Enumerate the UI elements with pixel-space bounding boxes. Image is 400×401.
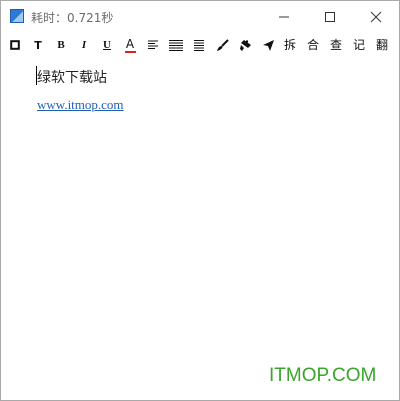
merge-button[interactable]: 合 <box>303 36 323 54</box>
window-title: 耗时：0.721秒 <box>31 11 114 25</box>
align-left-icon[interactable] <box>143 36 163 54</box>
font-color-label: A <box>125 36 135 51</box>
align-left-icon-svg <box>148 40 158 49</box>
font-color-bar <box>124 50 136 53</box>
watermark-text: ITMOP.COM <box>269 365 377 386</box>
font-color-button[interactable]: A <box>120 36 140 54</box>
bold-button[interactable]: B <box>51 36 71 54</box>
square-icon <box>10 40 20 50</box>
align-right-icon[interactable] <box>189 36 209 54</box>
editor-text-line: 绿软下载站 <box>37 70 107 86</box>
align-right-icon-svg <box>194 40 204 51</box>
maximize-button[interactable] <box>307 1 353 33</box>
split-button[interactable]: 拆 <box>280 36 300 54</box>
send-icon-svg <box>262 39 274 51</box>
text-style-T-button[interactable]: T <box>28 36 48 54</box>
record-button[interactable]: 记 <box>349 36 369 54</box>
text-editor[interactable]: 绿软下载站 www.itmop.com ITMOP.COM <box>1 57 399 400</box>
translate-button[interactable]: 翻 <box>372 36 392 54</box>
format-painter-icon[interactable] <box>235 36 255 54</box>
title-bar[interactable]: 耗时：0.721秒 <box>1 1 399 33</box>
app-window: 耗时：0.721秒 T B I U A 拆 合 查 记 翻 绿软下载站 www.… <box>0 0 400 401</box>
app-icon <box>10 9 24 23</box>
align-justify-icon-svg <box>169 40 183 51</box>
send-icon[interactable] <box>258 36 278 54</box>
close-button[interactable] <box>353 1 399 33</box>
brush-icon[interactable] <box>212 36 232 54</box>
minimize-icon <box>279 16 289 18</box>
align-justify-icon[interactable] <box>166 36 186 54</box>
underline-button[interactable]: U <box>97 36 117 54</box>
search-button[interactable]: 查 <box>326 36 346 54</box>
toolbar: T B I U A 拆 合 查 记 翻 <box>1 33 399 57</box>
brush-icon-svg <box>216 38 229 51</box>
website-link[interactable]: www.itmop.com <box>37 97 124 113</box>
square-toolbar-icon[interactable] <box>5 36 25 54</box>
minimize-button[interactable] <box>261 1 307 33</box>
maximize-icon <box>325 12 335 22</box>
close-icon <box>370 11 382 23</box>
italic-button[interactable]: I <box>74 36 94 54</box>
format-painter-icon-svg <box>239 39 251 51</box>
